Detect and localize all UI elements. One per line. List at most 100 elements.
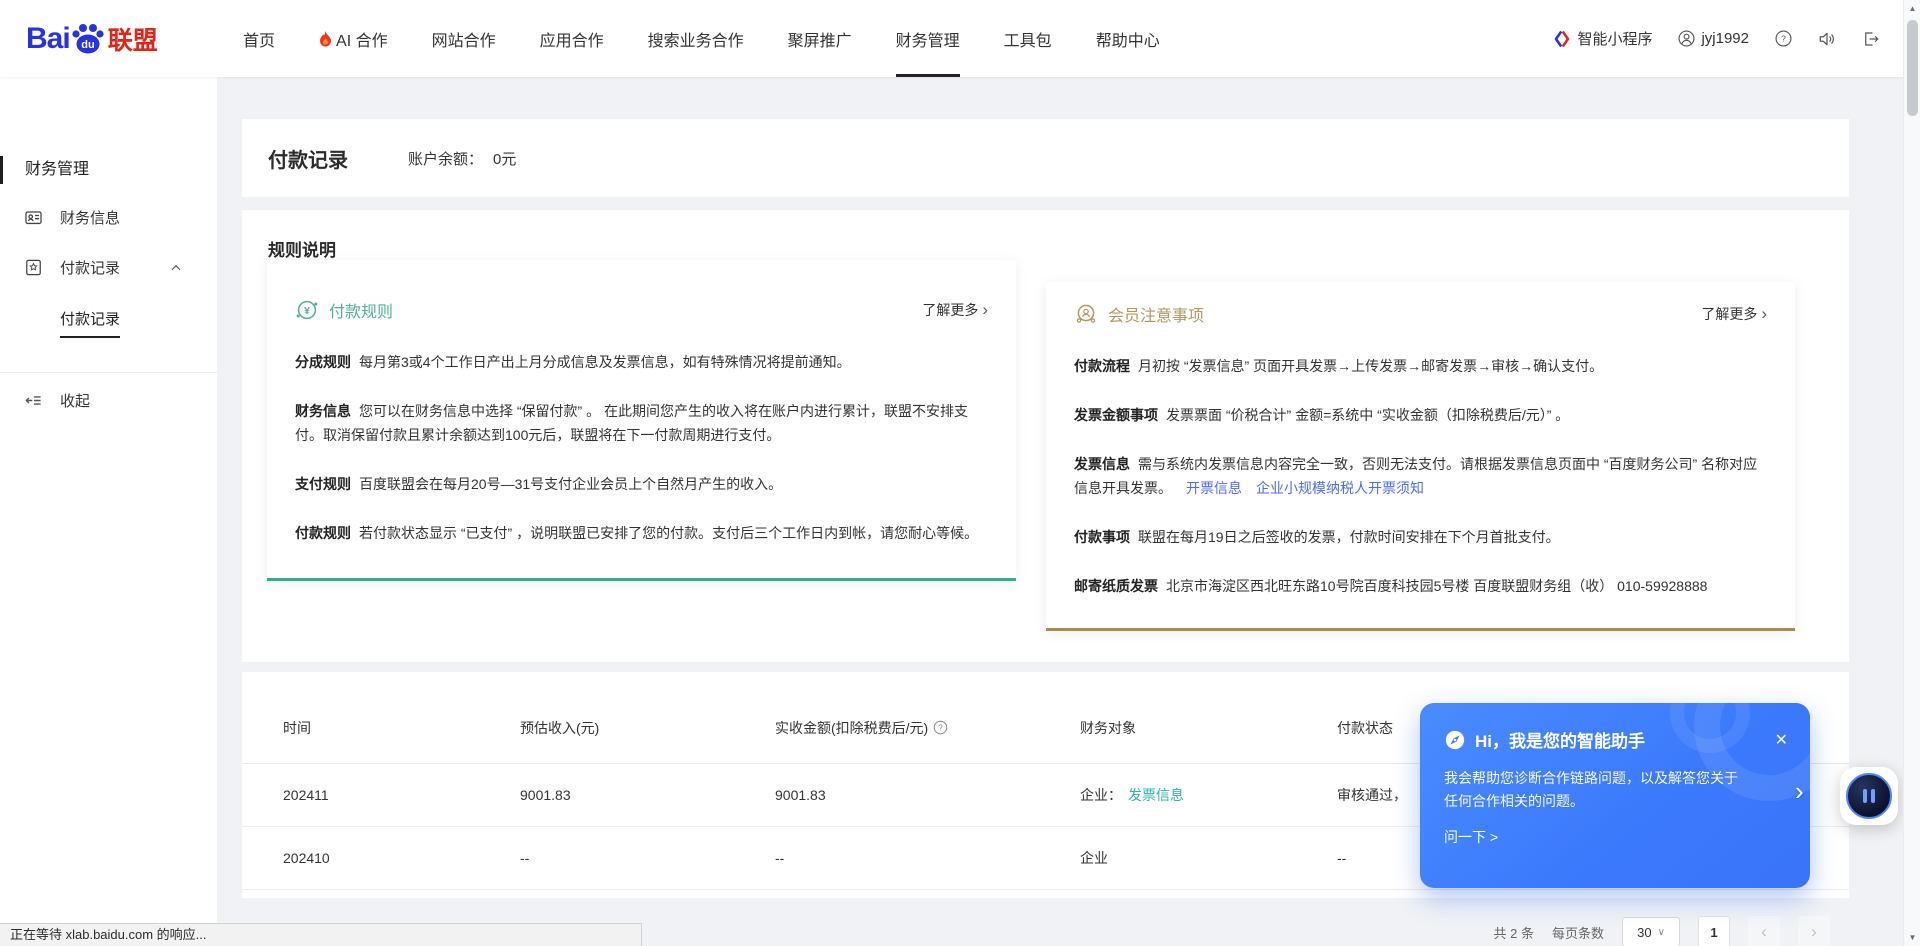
cell-received: -- xyxy=(775,850,1080,866)
small-taxpayer-guide-link[interactable]: 企业小规模纳税人开票须知 xyxy=(1256,480,1424,496)
user-icon xyxy=(1678,30,1695,47)
assistant-popup: Hi，我是您的智能助手 ✕ 我会帮助您诊断合作链路问题，以及解答您关于任何合作相… xyxy=(1420,703,1810,888)
logo-text-du: du xyxy=(81,39,94,51)
nav-item-ai-cooperation[interactable]: AI 合作 xyxy=(319,0,388,77)
nav-item-search-business[interactable]: 搜索业务合作 xyxy=(648,0,744,77)
scroll-up-arrow[interactable]: ▲ xyxy=(1904,0,1920,17)
rule-item: 支付规则百度联盟会在每月20号—31号支付企业会员上个自然月产生的收入。 xyxy=(295,472,988,496)
col-header-time: 时间 xyxy=(283,718,520,738)
invoice-info-table-link[interactable]: 发票信息 xyxy=(1128,787,1184,803)
cell-estimated: 9001.83 xyxy=(520,787,775,803)
page-header: 付款记录 账户余额：0元 xyxy=(242,119,1849,197)
chevron-right-icon: › xyxy=(982,303,988,317)
mini-program-icon xyxy=(1553,30,1571,48)
rule-item: 邮寄纸质发票北京市海淀区西北旺东路10号院百度科技园5号楼 百度联盟财务组（收）… xyxy=(1074,574,1767,598)
assistant-popup-header: Hi，我是您的智能助手 ✕ xyxy=(1420,703,1810,752)
member-notes-body: 付款流程月初按 “发票信息” 页面开具发票→上传发票→邮寄发票→审核→确认支付。… xyxy=(1074,354,1767,598)
rules-section-title: 规则说明 xyxy=(268,236,336,261)
member-notes-card-header: 会员注意事项 了解更多› xyxy=(1074,302,1767,326)
chevron-right-icon: › xyxy=(1761,307,1767,321)
nav-item-app-cooperation[interactable]: 应用合作 xyxy=(540,0,604,77)
payment-rules-title: 付款规则 xyxy=(329,298,393,322)
sidebar-divider xyxy=(0,372,217,373)
logo-text-bai: Bai xyxy=(26,22,70,56)
invoice-info-link[interactable]: 开票信息 xyxy=(1186,480,1242,496)
collapse-icon xyxy=(24,391,43,410)
total-count: 共 2 条 xyxy=(1494,923,1534,942)
member-notice-icon xyxy=(1074,302,1098,326)
next-page-button[interactable]: › xyxy=(1798,916,1830,946)
certificate-icon xyxy=(24,258,43,277)
cell-finance-target: 企业：发票信息 xyxy=(1080,785,1337,805)
member-notes-card: 会员注意事项 了解更多› 付款流程月初按 “发票信息” 页面开具发票→上传发票→… xyxy=(1046,282,1795,631)
rule-item: 财务信息您可以在财务信息中选择 “保留付款” 。 在此期间您产生的收入将在账户内… xyxy=(295,399,988,447)
chevron-up-icon[interactable] xyxy=(169,261,183,275)
vertical-scrollbar[interactable]: ▲ ▼ xyxy=(1903,0,1920,946)
rules-section: 规则说明 ¥ 付款规则 了解更多› 分成规则每月第3或4个工作日产出上月分成信息… xyxy=(242,210,1849,662)
pagination: 共 2 条 每页条数 30 ∨ 1 ‹ › xyxy=(1494,916,1830,946)
rule-item: 分成规则每月第3或4个工作日产出上月分成信息及发票信息，如有特殊情况将提前通知。 xyxy=(295,350,988,374)
id-card-icon xyxy=(24,208,43,227)
paw-icon: du xyxy=(70,22,106,55)
payment-rules-card: ¥ 付款规则 了解更多› 分成规则每月第3或4个工作日产出上月分成信息及发票信息… xyxy=(267,260,1016,581)
mini-program-link[interactable]: 智能小程序 xyxy=(1553,28,1652,49)
rule-item: 付款事项联盟在每月19日之后签收的发票，付款时间安排在下个月首批支付。 xyxy=(1074,525,1767,549)
nav-item-website-cooperation[interactable]: 网站合作 xyxy=(432,0,496,77)
nav-right-utilities: 智能小程序 jyj1992 ? xyxy=(1553,28,1880,49)
payment-rules-more-link[interactable]: 了解更多› xyxy=(922,300,988,320)
coin-yuan-icon: ¥ xyxy=(295,298,319,322)
chevron-down-icon: ∨ xyxy=(1658,927,1665,938)
assistant-pause-icon xyxy=(1846,773,1892,819)
col-header-received-amount: 实收金额(扣除税费后/元) ? xyxy=(775,718,1080,738)
page-number-1[interactable]: 1 xyxy=(1698,916,1730,946)
nav-item-toolkit[interactable]: 工具包 xyxy=(1004,0,1052,77)
rule-item: 付款规则若付款状态显示 “已支付” ，说明联盟已安排了您的付款。支付后三个工作日… xyxy=(295,521,988,545)
cell-estimated: -- xyxy=(520,850,775,866)
sidebar-section-finance-management[interactable]: 财务管理 xyxy=(0,155,217,185)
rule-item: 发票信息需与系统内发票信息内容完全一致，否则无法支付。请根据发票信息页面中 “百… xyxy=(1074,452,1767,500)
logo-text-union: 联盟 xyxy=(108,21,158,57)
assistant-greeting: Hi，我是您的智能助手 xyxy=(1475,727,1645,752)
nav-item-screen-promotion[interactable]: 聚屏推广 xyxy=(788,0,852,77)
baidu-union-logo[interactable]: Bai du 联盟 xyxy=(26,21,241,57)
scrollbar-thumb[interactable] xyxy=(1907,20,1918,116)
ask-now-link[interactable]: 问一下 > xyxy=(1420,813,1810,847)
popup-next-arrow-icon[interactable]: › xyxy=(1795,776,1804,807)
top-navigation: Bai du 联盟 首页 AI 合作 网站合作 应用合作 搜索 xyxy=(0,0,1920,77)
sidebar-item-payment-records[interactable]: 付款记录 xyxy=(0,257,217,278)
sidebar: 财务管理 财务信息 付款记录 付款记录 xyxy=(0,77,217,946)
sidebar-collapse-button[interactable]: 收起 xyxy=(0,390,217,411)
nav-item-home[interactable]: 首页 xyxy=(243,0,275,77)
cell-received: 9001.83 xyxy=(775,787,1080,803)
balance-value: 0元 xyxy=(493,151,516,168)
prev-page-button[interactable]: ‹ xyxy=(1748,916,1780,946)
assistant-avatar-button[interactable] xyxy=(1840,767,1898,825)
close-icon[interactable]: ✕ xyxy=(1775,730,1788,750)
primary-nav: 首页 AI 合作 网站合作 应用合作 搜索业务合作 聚屏推广 财务管理 工具包 … xyxy=(243,0,1160,77)
svg-text:¥: ¥ xyxy=(304,306,310,317)
sound-icon[interactable] xyxy=(1818,30,1836,48)
col-header-estimated-income: 预估收入(元) xyxy=(520,718,775,738)
per-page-select[interactable]: 30 ∨ xyxy=(1622,917,1680,946)
sidebar-item-finance-info[interactable]: 财务信息 xyxy=(0,207,217,228)
logout-icon[interactable] xyxy=(1862,30,1880,48)
question-circle-icon[interactable]: ? xyxy=(933,720,948,735)
account-balance: 账户余额：0元 xyxy=(408,148,516,169)
cell-finance-target: 企业 xyxy=(1080,848,1337,868)
nav-item-help-center[interactable]: 帮助中心 xyxy=(1096,0,1160,77)
nav-item-finance-management[interactable]: 财务管理 xyxy=(896,0,960,77)
per-page-label: 每页条数 xyxy=(1552,923,1604,942)
sidebar-subitem-payment-records[interactable]: 付款记录 xyxy=(60,308,120,338)
user-account[interactable]: jyj1992 xyxy=(1678,30,1749,47)
svg-text:?: ? xyxy=(939,723,944,732)
rule-item: 发票金额事项发票票面 “价税合计” 金额=系统中 “实收金额（扣除税费后/元）”… xyxy=(1074,403,1767,427)
payment-rules-card-header: ¥ 付款规则 了解更多› xyxy=(295,298,988,322)
flame-icon xyxy=(319,31,332,47)
baidu-union-finance-page: Bai du 联盟 首页 AI 合作 网站合作 应用合作 搜索 xyxy=(0,0,1920,946)
scroll-down-arrow[interactable]: ▼ xyxy=(1904,929,1920,946)
member-notes-title: 会员注意事项 xyxy=(1108,302,1204,326)
help-icon[interactable]: ? xyxy=(1775,30,1792,47)
cell-time: 202411 xyxy=(283,787,520,803)
svg-text:?: ? xyxy=(1781,34,1786,44)
member-notes-more-link[interactable]: 了解更多› xyxy=(1701,304,1767,324)
